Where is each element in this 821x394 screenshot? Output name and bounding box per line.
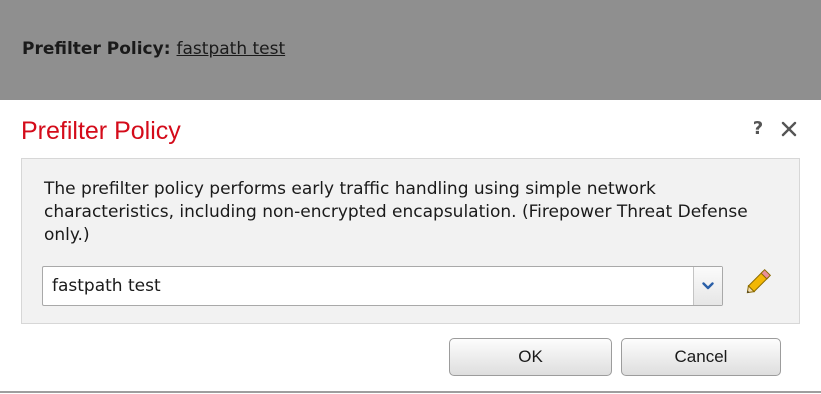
policy-header-label: Prefilter Policy:	[22, 39, 171, 59]
policy-name-link[interactable]: fastpath test	[177, 39, 286, 59]
dialog-description: The prefilter policy performs early traf…	[44, 179, 748, 245]
select-dropdown-button[interactable]	[693, 267, 722, 305]
dialog-bottom-divider	[0, 391, 821, 393]
policy-header: Prefilter Policy: fastpath test	[22, 38, 285, 60]
dialog-title: Prefilter Policy	[21, 117, 181, 145]
policy-header-bar: Prefilter Policy: fastpath test	[0, 0, 821, 100]
ok-button[interactable]: OK	[449, 338, 612, 376]
close-icon[interactable]	[779, 119, 799, 139]
pencil-icon[interactable]	[742, 264, 776, 298]
prefilter-policy-select-value: fastpath test	[52, 276, 161, 296]
chevron-down-icon	[702, 282, 714, 290]
cancel-button[interactable]: Cancel	[621, 338, 781, 376]
prefilter-policy-select[interactable]: fastpath test	[42, 266, 723, 306]
help-icon[interactable]: ?	[750, 117, 766, 141]
